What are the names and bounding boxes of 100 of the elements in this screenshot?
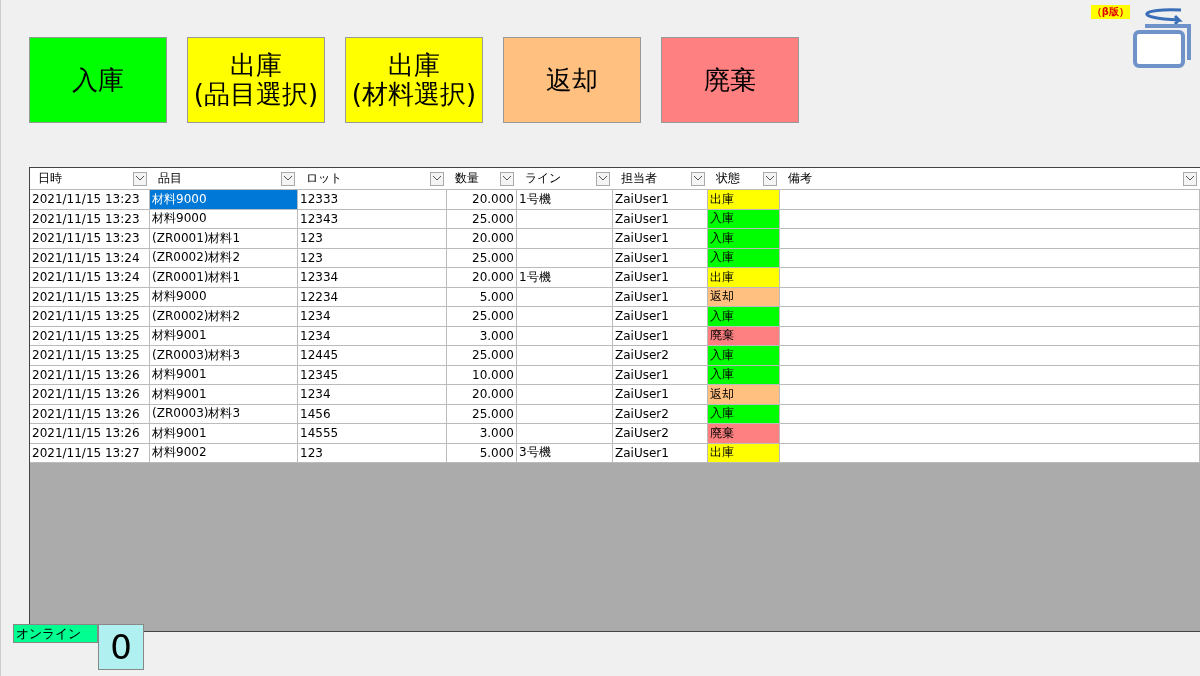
online-count: 0 — [98, 624, 144, 670]
table-cell: 123 — [298, 248, 447, 268]
table-cell: 14555 — [298, 424, 447, 444]
action-button[interactable]: 入庫 — [29, 37, 167, 123]
table-cell: 25.000 — [447, 404, 517, 424]
table-cell: 2021/11/15 13:26 — [30, 365, 150, 385]
action-button[interactable]: 返却 — [503, 37, 641, 123]
table-cell: 20.000 — [447, 385, 517, 405]
dropdown-button[interactable] — [281, 171, 295, 186]
status-cell: 入庫 — [708, 209, 780, 229]
table-cell: ZaiUser1 — [613, 209, 708, 229]
chevron-icon — [284, 176, 292, 181]
table-cell: 2021/11/15 13:24 — [30, 248, 150, 268]
table-cell: 12234 — [298, 287, 447, 307]
table-cell: 5.000 — [447, 443, 517, 463]
table-cell: 3号機 — [517, 443, 613, 463]
action-button[interactable]: 出庫 (品目選択) — [187, 37, 325, 123]
status-cell: 返却 — [708, 385, 780, 405]
status-cell: 入庫 — [708, 248, 780, 268]
status-cell: 入庫 — [708, 307, 780, 327]
column-header[interactable]: 担当者 — [613, 168, 708, 189]
table-cell: 2021/11/15 13:27 — [30, 443, 150, 463]
column-header[interactable]: 品目 — [150, 168, 298, 189]
table-cell: 25.000 — [447, 209, 517, 229]
dropdown-button[interactable] — [430, 171, 444, 186]
table-cell: 2021/11/15 13:23 — [30, 209, 150, 229]
table-cell: ZaiUser1 — [613, 385, 708, 405]
column-header[interactable]: 状態 — [708, 168, 780, 189]
table-cell: 123 — [298, 443, 447, 463]
table-cell: ZaiUser1 — [613, 190, 708, 210]
table-cell[interactable]: 材料9002 — [150, 443, 298, 463]
status-cell: 廃棄 — [708, 326, 780, 346]
chevron-icon — [1186, 176, 1194, 181]
table-cell: 25.000 — [447, 248, 517, 268]
table-cell[interactable]: (ZR0003)材料3 — [150, 404, 298, 424]
table-cell: 12343 — [298, 209, 447, 229]
table-cell[interactable]: 材料9001 — [150, 424, 298, 444]
dropdown-button[interactable] — [763, 171, 777, 186]
table-cell: 2021/11/15 13:25 — [30, 287, 150, 307]
table-cell[interactable]: 材料9000 — [150, 209, 298, 229]
table-cell[interactable]: 材料9001 — [150, 365, 298, 385]
table-cell: 2021/11/15 13:25 — [30, 307, 150, 327]
table-cell[interactable]: (ZR0002)材料2 — [150, 248, 298, 268]
chevron-icon — [694, 176, 702, 181]
dropdown-button[interactable] — [596, 171, 610, 186]
chevron-icon — [433, 176, 441, 181]
chevron-icon — [503, 176, 511, 181]
table-cell[interactable]: (ZR0003)材料3 — [150, 346, 298, 366]
table-cell: 20.000 — [447, 229, 517, 249]
table-cell: ZaiUser2 — [613, 424, 708, 444]
table-cell: ZaiUser1 — [613, 229, 708, 249]
table-cell: 12334 — [298, 268, 447, 288]
status-cell: 入庫 — [708, 229, 780, 249]
table-cell: 25.000 — [447, 346, 517, 366]
dropdown-button[interactable] — [133, 171, 147, 186]
table-cell: 2021/11/15 13:26 — [30, 404, 150, 424]
table-cell: 12445 — [298, 346, 447, 366]
column-header[interactable]: 日時 — [30, 168, 150, 189]
table-cell[interactable]: 材料9001 — [150, 385, 298, 405]
table-cell: 2021/11/15 13:26 — [30, 424, 150, 444]
table-cell: 2021/11/15 13:24 — [30, 268, 150, 288]
status-cell: 出庫 — [708, 268, 780, 288]
table-cell[interactable]: 材料9001 — [150, 326, 298, 346]
table-cell: ZaiUser1 — [613, 326, 708, 346]
action-button[interactable]: 出庫 (材料選択) — [345, 37, 483, 123]
table-cell: 1号機 — [517, 190, 613, 210]
table-cell: 3.000 — [447, 424, 517, 444]
chevron-icon — [766, 176, 774, 181]
table-cell: ZaiUser1 — [613, 287, 708, 307]
table-cell: ZaiUser2 — [613, 346, 708, 366]
table-cell: 25.000 — [447, 307, 517, 327]
table-cell: ZaiUser1 — [613, 307, 708, 327]
status-cell: 入庫 — [708, 404, 780, 424]
chevron-icon — [599, 176, 607, 181]
table-cell: 20.000 — [447, 268, 517, 288]
action-button[interactable]: 廃棄 — [661, 37, 799, 123]
table-cell: ZaiUser1 — [613, 443, 708, 463]
table-cell: 2021/11/15 13:23 — [30, 190, 150, 210]
column-header[interactable]: ライン — [517, 168, 613, 189]
table-cell[interactable]: (ZR0001)材料1 — [150, 229, 298, 249]
column-header[interactable]: 数量 — [447, 168, 517, 189]
table-cell: 2021/11/15 13:26 — [30, 385, 150, 405]
table-cell[interactable]: (ZR0001)材料1 — [150, 268, 298, 288]
status-cell: 入庫 — [708, 346, 780, 366]
table-cell: ZaiUser1 — [613, 268, 708, 288]
table-cell: 2021/11/15 13:25 — [30, 346, 150, 366]
dropdown-button[interactable] — [691, 171, 705, 186]
table-cell[interactable]: 材料9000 — [150, 190, 298, 210]
table-cell[interactable]: 材料9000 — [150, 287, 298, 307]
table-cell: 1234 — [298, 307, 447, 327]
table-cell: ZaiUser1 — [613, 248, 708, 268]
table-cell[interactable]: (ZR0002)材料2 — [150, 307, 298, 327]
table-cell: 12333 — [298, 190, 447, 210]
table-cell: 2021/11/15 13:25 — [30, 326, 150, 346]
column-header[interactable]: 備考 — [780, 168, 1200, 189]
table-cell: 10.000 — [447, 365, 517, 385]
column-header[interactable]: ロット — [298, 168, 447, 189]
dropdown-button[interactable] — [1183, 171, 1197, 186]
dropdown-button[interactable] — [500, 171, 514, 186]
status-cell: 出庫 — [708, 443, 780, 463]
